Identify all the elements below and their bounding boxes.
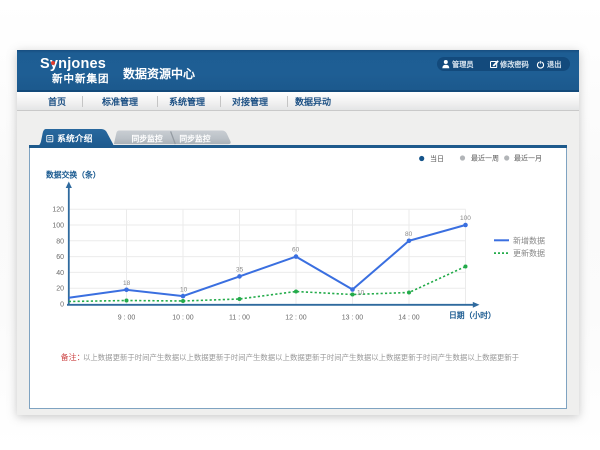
svg-text:10: 10 bbox=[357, 289, 365, 296]
svg-text:14 : 00: 14 : 00 bbox=[398, 314, 420, 321]
svg-text:100: 100 bbox=[52, 222, 64, 229]
svg-text:60: 60 bbox=[292, 246, 300, 253]
svg-text:备注：: 备注： bbox=[61, 352, 85, 362]
svg-text:13 : 00: 13 : 00 bbox=[342, 314, 364, 321]
svg-text:最近一周: 最近一周 bbox=[471, 153, 499, 162]
svg-text:12 : 00: 12 : 00 bbox=[285, 314, 307, 321]
svg-text:60: 60 bbox=[56, 254, 64, 261]
svg-text:120: 120 bbox=[52, 206, 64, 213]
svg-text:数据交换（条）: 数据交换（条） bbox=[46, 169, 101, 179]
svg-text:同步监控: 同步监控 bbox=[179, 133, 210, 143]
svg-text:80: 80 bbox=[56, 238, 64, 245]
svg-text:10: 10 bbox=[180, 286, 188, 293]
svg-text:10 : 00: 10 : 00 bbox=[172, 314, 194, 321]
svg-text:新增数据: 新增数据 bbox=[513, 235, 545, 245]
svg-text:0: 0 bbox=[60, 301, 64, 308]
svg-text:同步监控: 同步监控 bbox=[131, 133, 162, 143]
svg-text:100: 100 bbox=[460, 215, 471, 222]
svg-text:35: 35 bbox=[236, 266, 244, 273]
svg-text:11 : 00: 11 : 00 bbox=[229, 314, 250, 321]
svg-text:更新数据: 更新数据 bbox=[513, 248, 545, 258]
svg-text:20: 20 bbox=[56, 285, 64, 292]
svg-text:18: 18 bbox=[123, 280, 131, 287]
svg-text:最近一月: 最近一月 bbox=[514, 153, 542, 162]
svg-text:80: 80 bbox=[405, 231, 413, 238]
svg-text:系统介绍: 系统介绍 bbox=[57, 132, 93, 143]
svg-text:9 : 00: 9 : 00 bbox=[118, 314, 136, 321]
svg-text:日期（小时）: 日期（小时） bbox=[449, 310, 496, 320]
svg-text:以上数据更新于时间产生数据以上数据更新于时间产生数据以上数据: 以上数据更新于时间产生数据以上数据更新于时间产生数据以上数据更新于时间产生数据以… bbox=[83, 353, 519, 362]
svg-text:当日: 当日 bbox=[430, 154, 444, 163]
svg-text:40: 40 bbox=[56, 269, 64, 276]
